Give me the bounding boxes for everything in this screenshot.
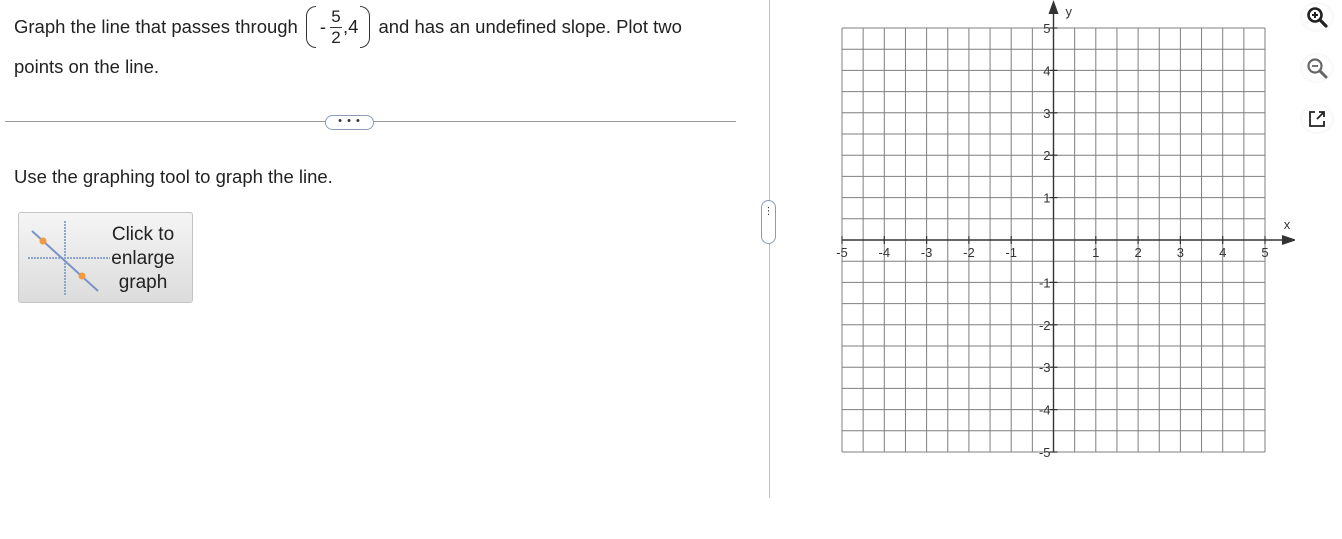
enlarge-label-line-2: enlarge	[111, 248, 175, 269]
x-tick-label: -1	[1005, 245, 1017, 260]
enlarge-label-line-1: Click to	[111, 224, 175, 245]
popout-icon	[1309, 111, 1325, 127]
point-x-sign: -	[319, 16, 327, 37]
enlarge-graph-button[interactable]: Click to enlarge graph	[18, 212, 193, 303]
left-paren	[305, 6, 316, 48]
y-tick-label: 2	[1043, 148, 1050, 163]
pane-splitter	[769, 0, 770, 498]
x-tick-label: 2	[1134, 245, 1141, 260]
y-tick-label: 1	[1043, 191, 1050, 206]
fraction-numerator: 5	[331, 6, 341, 26]
x-tick-label: -2	[963, 245, 975, 260]
zoom-in-button[interactable]	[1300, 2, 1334, 32]
y-tick-label: 4	[1043, 63, 1050, 78]
y-tick-label: 5	[1043, 21, 1050, 36]
y-tick-label: -3	[1039, 360, 1051, 375]
zoom-out-button[interactable]	[1300, 53, 1334, 83]
y-tick-label: -5	[1039, 445, 1051, 460]
zoom-out-icon	[1307, 58, 1328, 79]
point-x-fraction: 5 2	[330, 6, 343, 48]
y-axis-arrow	[1048, 0, 1059, 14]
graph-thumbnail-icon	[28, 221, 110, 295]
x-tick-label: 4	[1219, 245, 1226, 260]
point-y: 4	[348, 16, 359, 37]
fraction-denominator: 2	[331, 27, 341, 47]
instruction-text: Use the graphing tool to graph the line.	[14, 166, 333, 187]
y-axis-label: y	[1066, 4, 1073, 19]
y-tick-label: -2	[1039, 318, 1051, 333]
question-pane: Graph the line that passes through - 5 2…	[0, 0, 740, 539]
x-tick-label: -5	[836, 245, 848, 260]
x-axis-label: x	[1284, 217, 1291, 232]
y-tick-label: -1	[1039, 275, 1051, 290]
question-text-before: Graph the line that passes through	[14, 16, 298, 37]
right-paren	[360, 6, 371, 48]
zoom-in-icon	[1307, 7, 1328, 28]
more-button[interactable]: • • •	[325, 115, 374, 130]
pane-resize-handle[interactable]: ⋮	[761, 200, 776, 244]
enlarge-graph-label: Click to enlarge graph	[105, 223, 181, 295]
x-tick-label: -3	[921, 245, 933, 260]
x-tick-label: 1	[1092, 245, 1099, 260]
x-tick-label: 3	[1177, 245, 1184, 260]
coordinate-graph[interactable]: x y -5 -4 -3 -2 -1 1 2 3 4 5 5 4 3 2 1 -1 -2 -3 -4 -5	[825, 0, 1295, 470]
question-text-after: and has an undefined slope. Plot two	[378, 16, 682, 37]
y-tick-label: -4	[1039, 403, 1051, 418]
x-tick-label: 5	[1261, 245, 1268, 260]
enlarge-label-line-3: graph	[118, 272, 168, 293]
question-line-2: points on the line.	[14, 56, 160, 77]
x-axis-arrow	[1282, 235, 1295, 245]
popout-button[interactable]	[1300, 104, 1334, 134]
question-line-1: Graph the line that passes through - 5 2…	[14, 3, 682, 51]
x-tick-label: -4	[879, 245, 891, 260]
y-tick-label: 3	[1043, 106, 1050, 121]
